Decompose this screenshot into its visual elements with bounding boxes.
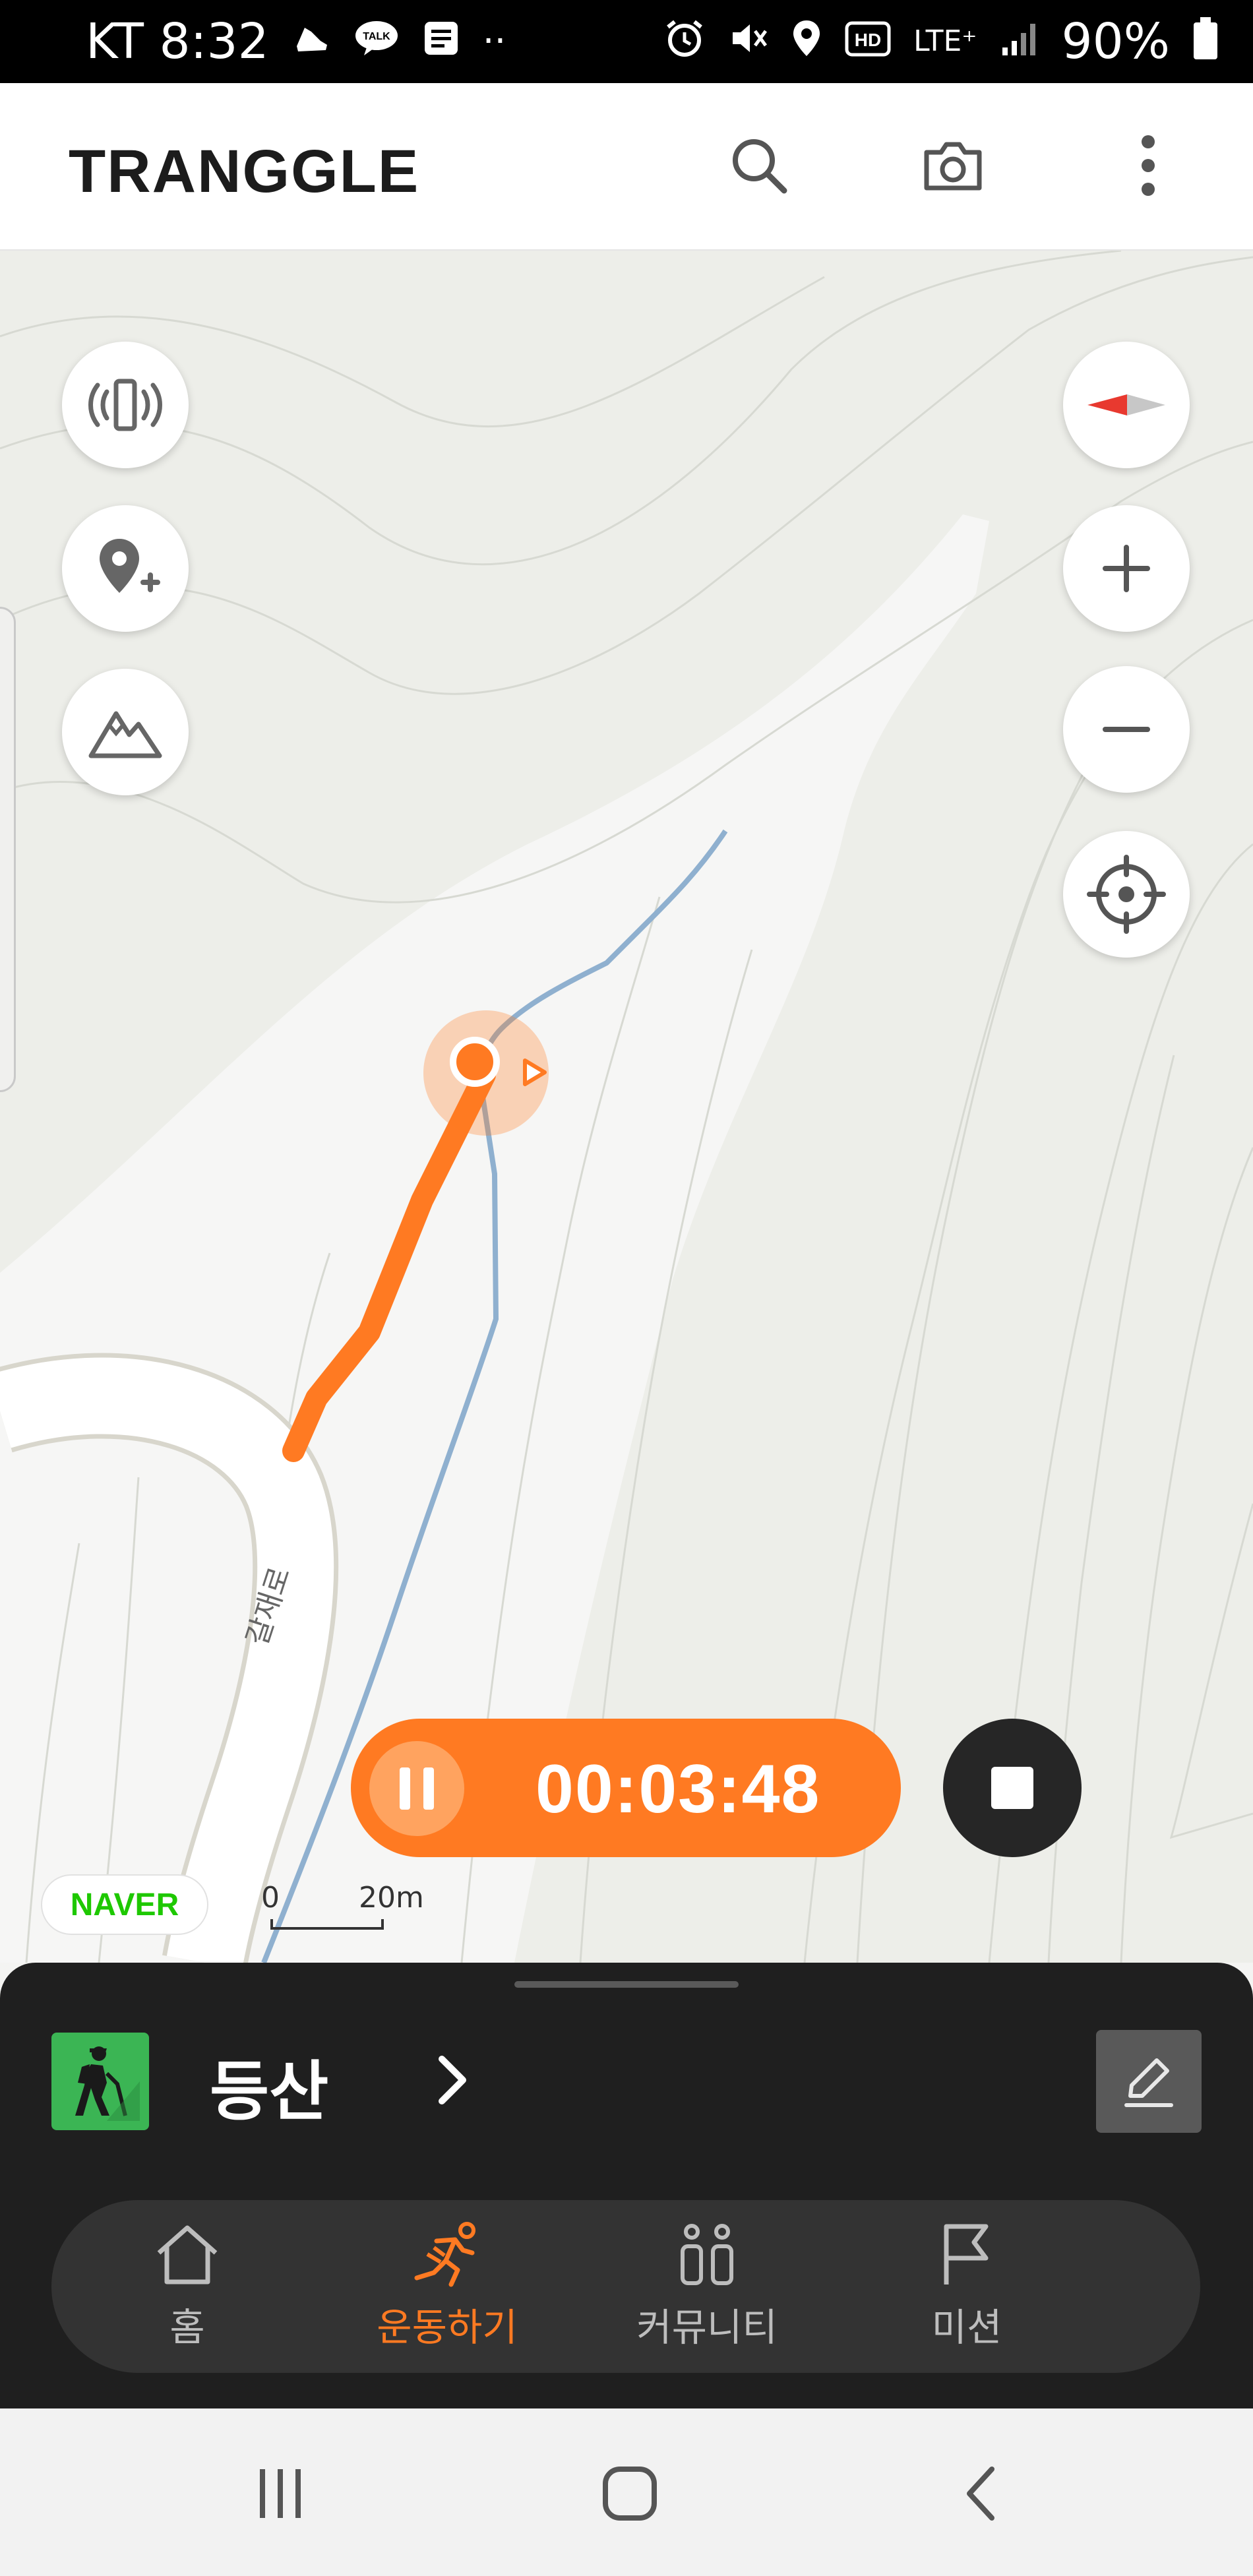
signal-icon bbox=[1000, 18, 1039, 65]
workout-timer: 00:03:48 bbox=[351, 1719, 901, 1857]
minus-icon bbox=[1103, 727, 1150, 732]
bottom-navigation: 홈 운동하기 커뮤니티 미션 bbox=[51, 2200, 1200, 2373]
status-time: KT 8:32 bbox=[86, 13, 269, 70]
home-button[interactable] bbox=[587, 2451, 673, 2536]
nav-item-label: 미션 bbox=[931, 2305, 1002, 2350]
nav-item-workout[interactable]: 운동하기 bbox=[348, 2200, 546, 2373]
drag-handle[interactable] bbox=[514, 1981, 739, 1988]
plus-icon bbox=[1103, 545, 1150, 592]
alarm-icon bbox=[664, 18, 705, 65]
hd-icon: HD bbox=[845, 21, 891, 62]
direction-arrow-icon bbox=[523, 1058, 547, 1086]
svg-text:TALK: TALK bbox=[363, 31, 390, 42]
nav-item-label: 홈 bbox=[169, 2305, 205, 2350]
app-bar: TRANGGLE bbox=[0, 83, 1253, 251]
location-icon bbox=[791, 18, 822, 65]
chevron-right-icon[interactable] bbox=[430, 2047, 476, 2113]
system-navigation bbox=[0, 2408, 1253, 2576]
svg-text:HD: HD bbox=[855, 30, 881, 50]
add-pin-icon bbox=[100, 539, 160, 593]
nav-item-label: 운동하기 bbox=[377, 2305, 518, 2350]
mountain-icon bbox=[88, 711, 162, 758]
edit-button[interactable] bbox=[1096, 2030, 1202, 2133]
hiking-icon bbox=[51, 2033, 149, 2130]
stop-button[interactable] bbox=[943, 1719, 1082, 1857]
zoom-in-button[interactable] bbox=[1063, 505, 1190, 632]
scale-end-label: 20m bbox=[359, 1881, 424, 1915]
map-view[interactable]: 갈재로 NAVER 0 20m bbox=[0, 251, 1253, 1963]
elapsed-time: 00:03:48 bbox=[535, 1751, 821, 1827]
note-icon bbox=[422, 19, 460, 64]
shoe-icon bbox=[291, 18, 331, 65]
pause-icon-bar bbox=[423, 1767, 434, 1810]
crosshair-icon bbox=[1087, 855, 1166, 934]
share-location-button[interactable] bbox=[62, 342, 189, 468]
zoom-out-button[interactable] bbox=[1063, 666, 1190, 793]
search-icon bbox=[733, 139, 787, 194]
scale-bar bbox=[270, 1919, 384, 1930]
camera-icon bbox=[924, 142, 982, 191]
recent-apps-button[interactable] bbox=[237, 2451, 323, 2536]
status-bar: KT 8:32 TALK ·· HD LTE⁺ 90% bbox=[0, 0, 1253, 83]
compass-button[interactable] bbox=[1063, 342, 1190, 468]
phone-signal-icon bbox=[88, 379, 162, 431]
running-icon bbox=[414, 2222, 475, 2287]
side-drawer-edge[interactable] bbox=[0, 607, 16, 1092]
app-logo: TRANGGLE bbox=[69, 138, 420, 205]
add-waypoint-button[interactable] bbox=[62, 505, 189, 632]
more-notifications: ·· bbox=[482, 20, 506, 63]
network-type: LTE⁺ bbox=[913, 24, 977, 58]
naver-logo: NAVER bbox=[41, 1874, 208, 1935]
home-circle-icon bbox=[603, 2467, 657, 2521]
current-location-marker bbox=[423, 1010, 549, 1136]
map-scale: 0 20m bbox=[261, 1881, 424, 1934]
more-menu-button[interactable] bbox=[1112, 129, 1184, 202]
home-icon bbox=[157, 2225, 218, 2285]
nav-item-community[interactable]: 커뮤니티 bbox=[608, 2200, 806, 2373]
camera-button[interactable] bbox=[917, 129, 989, 202]
recent-apps-icon bbox=[260, 2469, 301, 2518]
flag-icon bbox=[944, 2224, 989, 2285]
nav-item-mission[interactable]: 미션 bbox=[868, 2200, 1066, 2373]
pause-icon-bar bbox=[400, 1767, 410, 1810]
nav-item-label: 커뮤니티 bbox=[636, 2305, 778, 2350]
battery-icon bbox=[1192, 16, 1219, 67]
search-button[interactable] bbox=[723, 129, 795, 202]
back-icon bbox=[967, 2467, 994, 2521]
mountain-info-button[interactable] bbox=[62, 669, 189, 795]
battery-percent: 90% bbox=[1061, 13, 1170, 70]
mute-icon bbox=[727, 18, 768, 65]
map-background bbox=[0, 251, 1253, 1963]
compass-icon bbox=[1087, 394, 1165, 415]
activity-type-label[interactable]: 등산 bbox=[210, 2039, 328, 2133]
nav-item-home[interactable]: 홈 bbox=[88, 2200, 286, 2373]
pencil-icon bbox=[1124, 2058, 1173, 2107]
scale-start-label: 0 bbox=[261, 1881, 280, 1915]
my-location-button[interactable] bbox=[1063, 831, 1190, 958]
talk-icon: TALK bbox=[353, 18, 400, 65]
people-icon bbox=[681, 2224, 733, 2285]
stop-icon bbox=[991, 1767, 1033, 1809]
bottom-panel: 등산 홈 운동하기 커뮤니티 미션 bbox=[0, 1963, 1253, 2408]
pause-button[interactable] bbox=[369, 1741, 464, 1836]
more-vert-icon bbox=[1142, 135, 1155, 196]
back-button[interactable] bbox=[939, 2451, 1025, 2536]
